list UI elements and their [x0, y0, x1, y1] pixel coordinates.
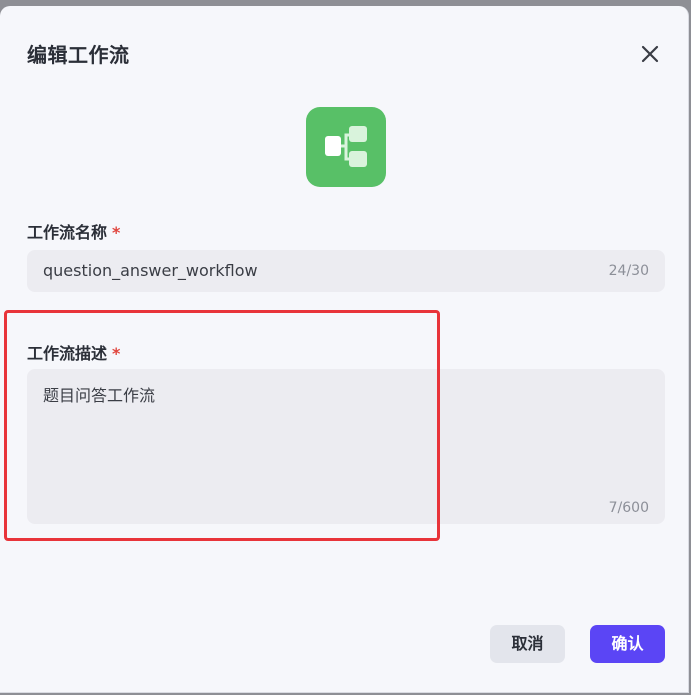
name-field-label: 工作流名称 *	[27, 219, 120, 243]
description-char-counter: 7/600	[608, 500, 649, 516]
confirm-button[interactable]: 确认	[590, 625, 665, 663]
name-label-text: 工作流名称	[27, 223, 108, 242]
close-icon[interactable]	[637, 41, 663, 67]
edit-workflow-dialog: 编辑工作流 工作流名称 * question_answer_workflow 24…	[0, 6, 689, 693]
name-char-counter: 24/30	[608, 263, 649, 279]
required-mark: *	[112, 223, 121, 242]
cancel-button[interactable]: 取消	[490, 625, 565, 663]
workflow-branch-icon	[325, 126, 367, 167]
workflow-name-input[interactable]: question_answer_workflow 24/30	[27, 250, 665, 292]
workflow-name-value[interactable]: question_answer_workflow	[43, 261, 258, 280]
highlight-box	[4, 310, 440, 541]
close-button[interactable]	[637, 41, 663, 67]
workflow-icon-tile[interactable]	[306, 107, 386, 187]
dialog-title: 编辑工作流	[27, 43, 130, 67]
